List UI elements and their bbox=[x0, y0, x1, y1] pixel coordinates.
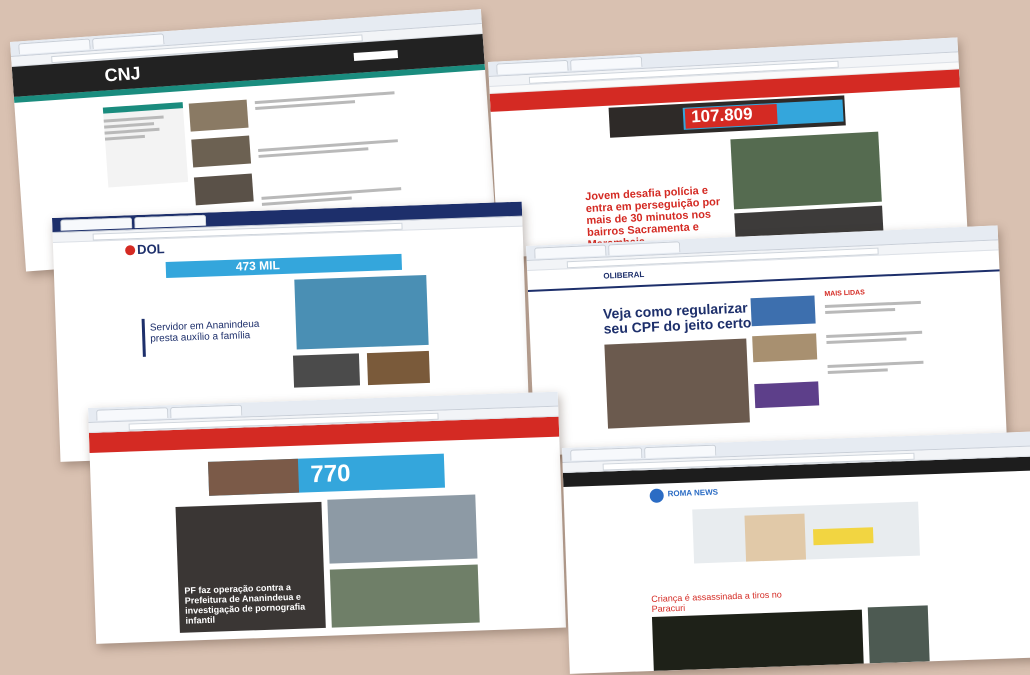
cnj-sidebar bbox=[102, 102, 189, 188]
news-photo[interactable] bbox=[651, 609, 864, 671]
news-photo[interactable]: PF faz operação contra a Prefeitura de A… bbox=[175, 501, 326, 633]
banner[interactable]: 473 MIL bbox=[165, 253, 403, 279]
headline[interactable]: Servidor em Ananindeua presta auxílio a … bbox=[150, 318, 291, 345]
banner-number: 473 MIL bbox=[235, 258, 281, 274]
banner-number: 770 bbox=[309, 459, 351, 489]
news-photo[interactable] bbox=[730, 131, 882, 210]
news-photo[interactable] bbox=[867, 605, 930, 664]
news-photo[interactable] bbox=[366, 350, 430, 386]
nav-line bbox=[527, 269, 1000, 292]
screenshot-agencia-bottom: 770 PF faz operação contra a Prefeitura … bbox=[88, 391, 566, 644]
cnj-logo[interactable]: CNJ bbox=[104, 63, 141, 86]
news-list bbox=[254, 91, 402, 209]
dol-logo-mark bbox=[125, 245, 136, 256]
headline: PF faz operação contra a Prefeitura de A… bbox=[184, 582, 306, 626]
news-photo[interactable] bbox=[294, 274, 429, 350]
oliberal-logo[interactable]: OLIBERAL bbox=[603, 270, 644, 282]
news-thumb[interactable] bbox=[188, 99, 249, 132]
screenshot-agencia-top: 107.809 Jovem desafia polícia e entra em… bbox=[488, 37, 968, 258]
roma-logo-mark bbox=[649, 488, 664, 503]
sidebar-title: MAIS LIDAS bbox=[824, 289, 865, 299]
search-input[interactable] bbox=[353, 49, 399, 62]
news-photo[interactable] bbox=[604, 338, 750, 429]
news-photo[interactable] bbox=[750, 295, 816, 327]
screenshot-roma: ROMA NEWS Criança é assassinada a tiros … bbox=[562, 431, 1030, 674]
headline[interactable]: Veja como regularizar seu CPF do jeito c… bbox=[603, 299, 754, 337]
news-thumb[interactable] bbox=[193, 173, 254, 206]
ad-banner[interactable] bbox=[692, 501, 920, 564]
banner-number: 107.809 bbox=[690, 104, 754, 127]
roma-logo[interactable]: ROMA NEWS bbox=[668, 488, 719, 500]
news-photo[interactable] bbox=[292, 353, 361, 388]
headline[interactable]: Criança é assassinada a tiros no Paracur… bbox=[651, 589, 812, 614]
headline-bar bbox=[141, 318, 146, 357]
screenshot-oliberal: OLIBERAL Veja como regularizar seu CPF d… bbox=[526, 225, 1007, 456]
most-read-list bbox=[824, 300, 924, 377]
dol-logo[interactable]: DOL bbox=[137, 241, 165, 257]
news-photo[interactable] bbox=[329, 564, 480, 628]
banner[interactable]: 770 bbox=[207, 453, 445, 496]
news-photo[interactable] bbox=[327, 494, 478, 564]
news-photo[interactable] bbox=[754, 381, 820, 409]
news-thumb[interactable] bbox=[191, 135, 252, 168]
news-photo[interactable] bbox=[752, 333, 818, 363]
